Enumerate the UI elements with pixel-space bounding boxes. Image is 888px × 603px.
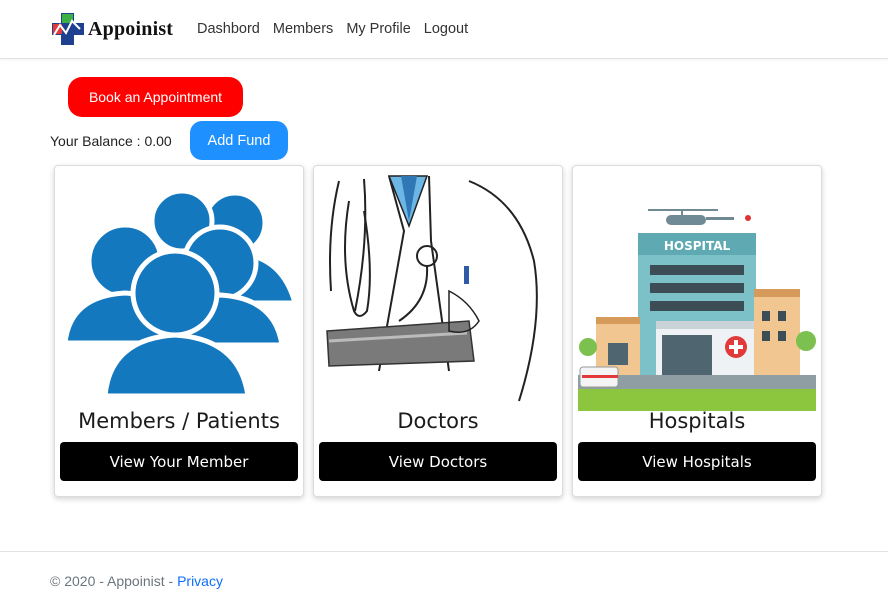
medical-cross-icon (52, 13, 84, 45)
nav-logout[interactable]: Logout (424, 20, 468, 38)
hospitals-card: HOSPITAL Hospitals View Hospitals (572, 165, 822, 497)
view-doctors-button[interactable]: View Doctors (319, 442, 557, 481)
doctors-card: Doctors View Doctors (313, 165, 563, 497)
hospital-illustration: HOSPITAL (578, 171, 816, 411)
nav-my-profile[interactable]: My Profile (346, 20, 410, 38)
brand-logo[interactable]: Appoinist (50, 11, 173, 47)
add-fund-button[interactable]: Add Fund (190, 121, 288, 160)
copyright-text: © 2020 - Appoinist - (50, 573, 178, 589)
top-navbar: Appoinist Dashbord Members My Profile Lo… (0, 0, 888, 59)
doctor-illustration (319, 171, 557, 411)
doctors-card-title: Doctors (397, 409, 479, 433)
footer-text: © 2020 - Appoinist - Privacy (50, 573, 223, 589)
view-hospitals-button[interactable]: View Hospitals (578, 442, 816, 481)
nav-members[interactable]: Members (273, 20, 333, 38)
page-footer: © 2020 - Appoinist - Privacy (0, 551, 888, 603)
privacy-link[interactable]: Privacy (177, 573, 223, 589)
hospitals-card-title: Hospitals (648, 409, 746, 433)
members-card-title: Members / Patients (78, 409, 280, 433)
book-appointment-button[interactable]: Book an Appointment (68, 77, 243, 117)
view-your-member-button[interactable]: View Your Member (60, 442, 298, 481)
balance-text: Your Balance : 0.00 (50, 133, 172, 149)
nav-dashboard[interactable]: Dashbord (197, 20, 260, 38)
people-group-icon (60, 171, 298, 411)
main-nav: Dashbord Members My Profile Logout (197, 20, 481, 38)
hospital-sign: HOSPITAL (664, 239, 731, 253)
brand-name: Appoinist (88, 17, 174, 40)
members-card: Members / Patients View Your Member (54, 165, 304, 497)
